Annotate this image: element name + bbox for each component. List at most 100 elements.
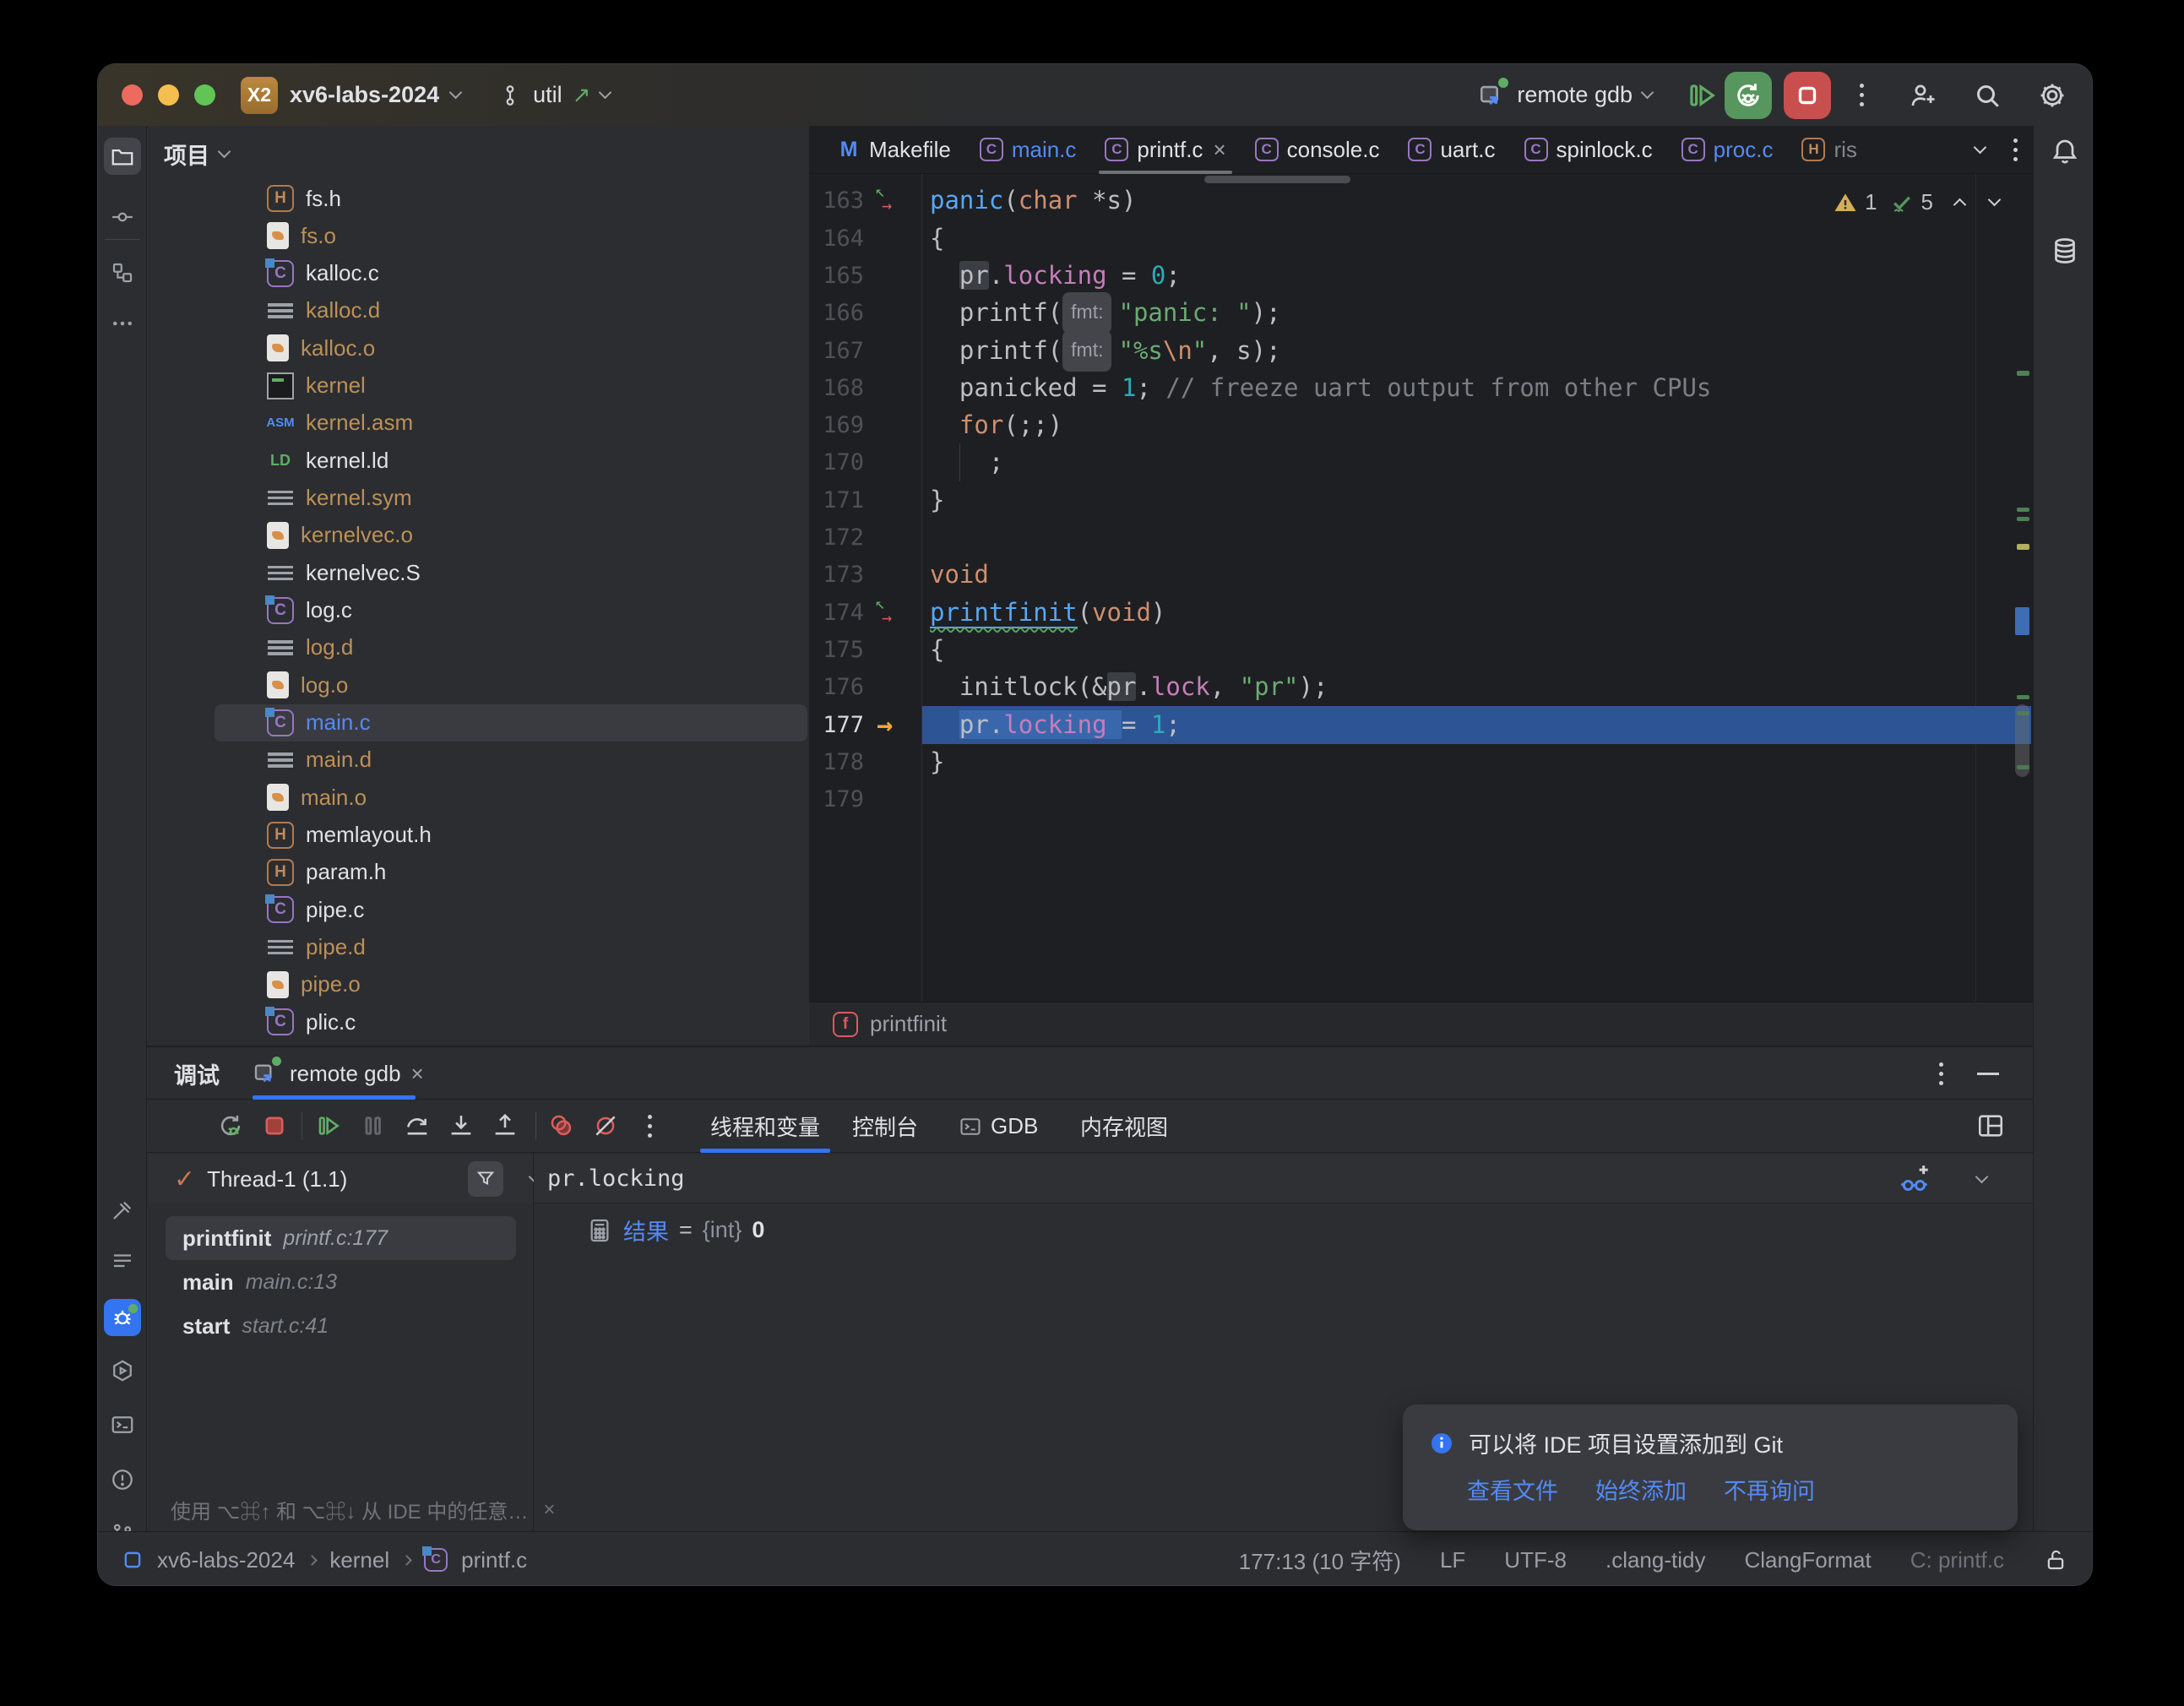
tree-item-kernel-ld[interactable]: LDkernel.ld bbox=[166, 442, 807, 479]
code-line-175[interactable]: 175{ bbox=[809, 631, 2033, 669]
notification-action-3[interactable]: 不再询问 bbox=[1724, 1473, 1815, 1506]
settings-gear-icon[interactable] bbox=[2036, 79, 2068, 111]
resume-button[interactable] bbox=[309, 1106, 348, 1145]
line-number[interactable]: 172 bbox=[809, 519, 864, 557]
line-number[interactable]: 178 bbox=[809, 743, 864, 781]
hint-close-icon[interactable]: × bbox=[543, 1498, 555, 1522]
navigation-arrows-gutter-icon[interactable]: ↖→ bbox=[875, 595, 917, 624]
database-icon[interactable] bbox=[2050, 236, 2093, 266]
line-number[interactable]: 175 bbox=[809, 631, 864, 669]
code-with-me-person-add-icon[interactable] bbox=[1908, 80, 1938, 111]
thread-selector[interactable]: ✓ Thread-1 (1.1) bbox=[149, 1155, 533, 1203]
line-number[interactable]: 167 bbox=[809, 332, 864, 370]
minimize-window-button[interactable] bbox=[158, 84, 179, 106]
code-line-166[interactable]: 166 printf(fmt:"panic: "); bbox=[809, 294, 2033, 332]
line-number[interactable]: 171 bbox=[809, 481, 864, 519]
branch-chevron-down-icon[interactable] bbox=[599, 86, 612, 100]
code-line-171[interactable]: 171} bbox=[809, 481, 2033, 519]
tab-makefile[interactable]: MMakefile bbox=[823, 126, 965, 174]
tab-console[interactable]: 控制台 bbox=[852, 1100, 918, 1153]
line-number[interactable]: 168 bbox=[809, 369, 864, 407]
titlebar-more-actions-kebab[interactable] bbox=[1860, 84, 1864, 106]
step-into-button[interactable] bbox=[442, 1106, 481, 1145]
clang-format-widget[interactable]: ClangFormat bbox=[1744, 1547, 1871, 1573]
breadcrumb-function-name[interactable]: printfinit bbox=[870, 1011, 947, 1037]
sidebar-item-commit[interactable] bbox=[104, 198, 141, 236]
tab-main-c[interactable]: Cmain.c bbox=[965, 126, 1091, 174]
project-panel-header[interactable]: 项目 bbox=[164, 134, 229, 173]
code-line-165[interactable]: 165 pr.locking = 0; bbox=[809, 257, 2033, 295]
tree-item-main-o[interactable]: main.o bbox=[166, 779, 807, 816]
line-number[interactable]: 176 bbox=[809, 668, 864, 706]
tree-item-kernel-sym[interactable]: kernel.sym bbox=[166, 480, 807, 517]
tree-item-kalloc-o[interactable]: kalloc.o bbox=[166, 329, 807, 367]
notifications-bell-icon[interactable] bbox=[2050, 136, 2093, 166]
tree-item-kernelvec-s[interactable]: kernelvec.S bbox=[166, 554, 807, 591]
line-number[interactable]: 163 bbox=[809, 182, 864, 220]
tree-item-kernel[interactable]: kernel bbox=[166, 367, 807, 405]
language-mode-widget[interactable]: C: printf.c bbox=[1910, 1547, 2004, 1573]
debug-toolbar-kebab[interactable] bbox=[630, 1106, 669, 1145]
code-line-174[interactable]: 174↖→printfinit(void) bbox=[809, 594, 2033, 632]
code-line-176[interactable]: 176 initlock(&pr.lock, "pr"); bbox=[809, 668, 2033, 706]
rerun-button[interactable] bbox=[211, 1106, 250, 1145]
editor-options-kebab[interactable] bbox=[2013, 139, 2018, 161]
tab-proc-c[interactable]: Cproc.c bbox=[1667, 126, 1788, 174]
tree-item-plic-c[interactable]: Cplic.c bbox=[166, 1003, 807, 1040]
line-number[interactable]: 164 bbox=[809, 220, 864, 258]
tab-ris[interactable]: Hris bbox=[1787, 126, 1871, 174]
line-number[interactable]: 169 bbox=[809, 406, 864, 444]
line-ending-widget[interactable]: LF bbox=[1440, 1547, 1465, 1573]
tree-item-kalloc-d[interactable]: kalloc.d bbox=[166, 292, 807, 329]
sidebar-item-project[interactable] bbox=[104, 138, 141, 175]
tab-close-icon[interactable]: × bbox=[1213, 137, 1225, 163]
tree-item-log-c[interactable]: Clog.c bbox=[166, 592, 807, 629]
tabs-overflow-chevron-down-icon[interactable] bbox=[1974, 140, 1987, 154]
stop-button[interactable] bbox=[1784, 72, 1831, 119]
rerun-debug-button[interactable] bbox=[1725, 72, 1772, 119]
line-number[interactable]: 177 bbox=[809, 706, 864, 744]
panes-divider[interactable] bbox=[533, 1153, 534, 1533]
code-line-172[interactable]: 172 bbox=[809, 519, 2033, 557]
code-line-170[interactable]: 170 ; bbox=[809, 443, 2033, 481]
code-line-168[interactable]: 168 panicked = 1; // freeze uart output … bbox=[809, 369, 2033, 407]
sidebar-item-todo[interactable] bbox=[104, 1243, 141, 1280]
tree-item-kernelvec-o[interactable]: kernelvec.o bbox=[166, 517, 807, 554]
tree-item-param-h[interactable]: Hparam.h bbox=[166, 854, 807, 891]
mute-breakpoints-button[interactable] bbox=[586, 1106, 625, 1145]
navigation-arrows-gutter-icon[interactable]: ↖→ bbox=[875, 183, 917, 212]
tab-spinlock-c[interactable]: Cspinlock.c bbox=[1510, 126, 1667, 174]
project-badge[interactable]: X2 bbox=[241, 77, 278, 114]
tree-item-pipe-o[interactable]: pipe.o bbox=[166, 966, 807, 1003]
branch-name[interactable]: util bbox=[533, 82, 562, 108]
code-line-164[interactable]: 164{ bbox=[809, 220, 2033, 258]
close-window-button[interactable] bbox=[122, 84, 143, 106]
sidebar-item-more-tools[interactable] bbox=[104, 305, 141, 342]
code-line-178[interactable]: 178} bbox=[809, 743, 2033, 781]
debug-session-close-icon[interactable]: × bbox=[411, 1061, 424, 1087]
encoding-widget[interactable]: UTF-8 bbox=[1504, 1547, 1567, 1573]
debug-panel-minimize-icon[interactable] bbox=[1977, 1073, 1999, 1075]
inspections-widget[interactable]: 1 5 bbox=[1833, 189, 1999, 215]
breadcrumb-file[interactable]: printf.c bbox=[461, 1547, 527, 1573]
code-line-179[interactable]: 179 bbox=[809, 780, 2033, 818]
search-everywhere-icon[interactable] bbox=[1972, 80, 2002, 111]
layout-settings-icon[interactable] bbox=[1971, 1106, 2010, 1145]
code-line-169[interactable]: 169 for(;;) bbox=[809, 406, 2033, 444]
lock-open-icon[interactable] bbox=[2043, 1547, 2068, 1573]
evaluation-result-row[interactable]: 结果 = {int} 0 bbox=[586, 1214, 764, 1247]
tree-item-fs-o[interactable]: fs.o bbox=[166, 217, 807, 254]
tab-memory-view[interactable]: 内存视图 bbox=[1080, 1100, 1168, 1153]
pause-button[interactable] bbox=[354, 1106, 393, 1145]
tree-item-log-o[interactable]: log.o bbox=[166, 666, 807, 704]
debug-session-tab[interactable]: remote gdb × bbox=[253, 1047, 424, 1100]
tree-item-memlayout-h[interactable]: Hmemlayout.h bbox=[166, 817, 807, 854]
stack-frame-main[interactable]: mainmain.c:13 bbox=[166, 1260, 516, 1304]
stop-debug-button[interactable] bbox=[255, 1106, 294, 1145]
line-number[interactable]: 179 bbox=[809, 780, 864, 818]
tree-item-kernel-asm[interactable]: ASMkernel.asm bbox=[166, 405, 807, 442]
watch-expression-row[interactable]: pr.locking bbox=[534, 1155, 2033, 1203]
frames-filter-funnel-icon[interactable] bbox=[468, 1161, 503, 1197]
step-out-button[interactable] bbox=[486, 1106, 524, 1145]
debug-panel-options-kebab[interactable] bbox=[1939, 1062, 1943, 1085]
